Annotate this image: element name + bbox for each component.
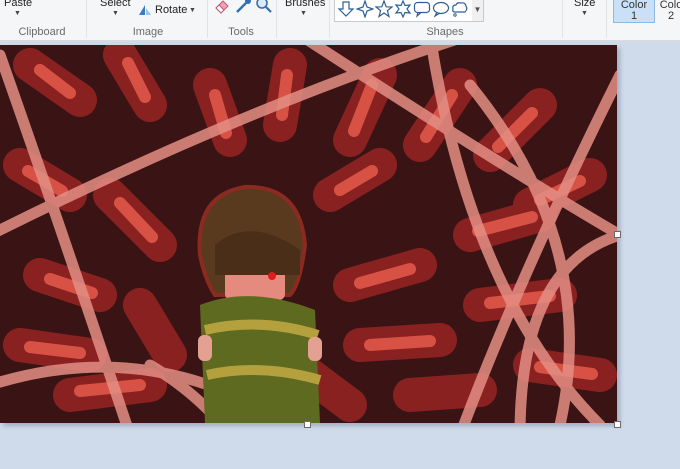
color1-button[interactable]: Color 1 <box>613 0 655 23</box>
clipboard-group-label: Clipboard <box>18 26 66 38</box>
paste-dropdown-icon[interactable]: ▼ <box>14 10 21 17</box>
shapes-more-button[interactable]: ▼ <box>472 0 484 22</box>
rotate-button[interactable]: Rotate <box>155 4 187 16</box>
ribbon-divider <box>86 0 87 38</box>
six-point-star-shape-icon[interactable] <box>394 0 412 19</box>
eraser-icon[interactable] <box>213 0 231 14</box>
resize-handle-right[interactable] <box>614 231 621 238</box>
ribbon: Paste ▼ Clipboard Select ▼ Rotate ▼ Imag… <box>0 0 680 41</box>
color2-number: 2 <box>667 10 675 22</box>
ribbon-divider <box>562 0 563 38</box>
down-arrow-shape-icon[interactable] <box>337 0 355 18</box>
rotate-icon <box>138 4 152 16</box>
cloud-callout-shape-icon[interactable] <box>451 0 469 18</box>
color1-number: 1 <box>630 10 638 22</box>
size-dropdown-icon[interactable]: ▼ <box>581 10 588 17</box>
drawing-canvas[interactable] <box>0 29 626 441</box>
image-group-label: Image <box>132 26 164 38</box>
four-point-star-shape-icon[interactable] <box>355 0 375 19</box>
paste-button[interactable]: Paste <box>4 0 32 9</box>
rounded-callout-shape-icon[interactable] <box>413 0 431 18</box>
oval-callout-shape-icon[interactable] <box>432 0 450 18</box>
color2-button[interactable]: Colo 2 <box>656 0 680 22</box>
shapes-gallery[interactable] <box>334 0 474 22</box>
workspace-empty-area <box>0 423 680 469</box>
brushes-dropdown-icon[interactable]: ▼ <box>300 10 307 17</box>
ribbon-divider <box>276 0 277 38</box>
color-picker-icon[interactable] <box>234 0 252 14</box>
magnifier-icon[interactable] <box>255 0 273 14</box>
five-point-star-shape-icon[interactable] <box>374 0 394 18</box>
select-button[interactable]: Select <box>100 0 131 9</box>
brushes-button[interactable]: Brushes <box>285 0 325 9</box>
rotate-dropdown-icon[interactable]: ▼ <box>189 7 196 14</box>
ribbon-divider <box>606 0 607 38</box>
select-dropdown-icon[interactable]: ▼ <box>112 10 119 17</box>
canvas-painting <box>0 29 626 441</box>
tools-group-label: Tools <box>228 26 254 38</box>
size-button[interactable]: Size <box>574 0 595 9</box>
shapes-group-label: Shapes <box>426 26 464 38</box>
